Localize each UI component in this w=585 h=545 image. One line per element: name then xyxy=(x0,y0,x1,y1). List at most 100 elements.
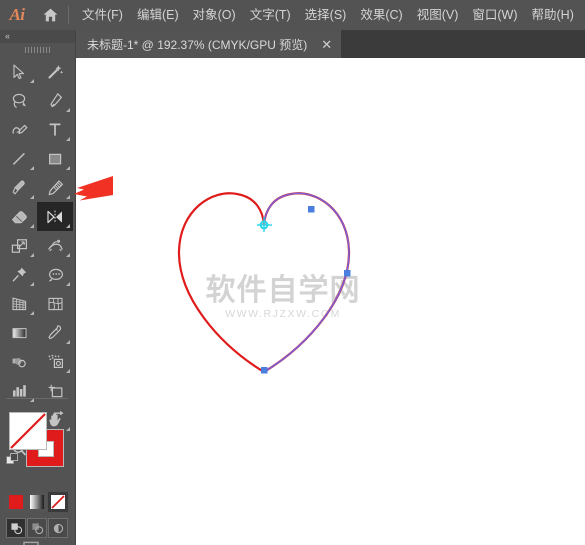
menu-type[interactable]: 文字(T) xyxy=(243,0,298,30)
eraser-icon xyxy=(11,210,27,223)
curvature-icon xyxy=(12,124,27,134)
symbol-sprayer-icon xyxy=(48,354,63,368)
tool-corner-indicator xyxy=(30,282,34,286)
menu-help[interactable]: 帮助(H) xyxy=(525,0,581,30)
tool-corner-indicator xyxy=(30,253,34,257)
ai-logo: Ai xyxy=(9,5,25,24)
shape-builder-tool[interactable] xyxy=(37,260,73,289)
scale-icon xyxy=(11,238,27,253)
tool-corner-indicator xyxy=(30,79,34,83)
pen-tool[interactable] xyxy=(37,86,73,115)
blend-icon xyxy=(12,357,26,367)
mesh-tool[interactable] xyxy=(37,289,73,318)
screen-mode-icon xyxy=(23,541,39,545)
artboard-canvas[interactable]: 软件自学网 WWW.RJZXW.COM xyxy=(75,58,585,545)
tool-corner-indicator xyxy=(30,311,34,315)
menu-window[interactable]: 窗口(W) xyxy=(465,0,524,30)
pen-icon xyxy=(50,92,62,107)
tool-corner-indicator xyxy=(66,253,70,257)
perspective-grid-tool[interactable] xyxy=(1,289,37,318)
anchor-top-right[interactable] xyxy=(308,206,315,213)
none-diagonal-icon xyxy=(51,495,65,509)
menu-edit[interactable]: 编辑(E) xyxy=(130,0,186,30)
tool-corner-indicator xyxy=(30,195,34,199)
push-pin-icon xyxy=(12,267,27,282)
bar-chart-icon xyxy=(12,384,26,397)
tool-corner-indicator xyxy=(30,224,34,228)
fill-type-swatches xyxy=(6,492,69,512)
reflect-rotate-tool[interactable] xyxy=(37,202,73,231)
menu-effect[interactable]: 效果(C) xyxy=(353,0,409,30)
swatch-none[interactable] xyxy=(48,492,68,512)
shape-builder-icon xyxy=(48,268,63,281)
magic-wand-icon xyxy=(48,64,64,79)
default-fill-stroke-icon[interactable] xyxy=(6,453,19,466)
menu-view[interactable]: 视图(V) xyxy=(410,0,466,30)
swatch-color[interactable] xyxy=(6,492,26,512)
home-icon[interactable] xyxy=(34,0,66,30)
menu-file[interactable]: 文件(F) xyxy=(75,0,130,30)
symbol-sprayer-tool[interactable] xyxy=(37,347,73,376)
heart-path-artwork[interactable] xyxy=(75,58,585,545)
type-T-icon xyxy=(49,123,61,136)
menu-bar: Ai 文件(F) 编辑(E) 对象(O) 文字(T) 选择(S) 效果(C) 视… xyxy=(0,0,585,30)
rectangle-icon xyxy=(48,153,62,164)
artboard-icon xyxy=(48,384,62,397)
tool-corner-indicator xyxy=(30,166,34,170)
grip-dots-icon xyxy=(24,47,51,53)
anchor-right[interactable] xyxy=(344,270,351,277)
eyedropper-icon xyxy=(48,324,62,339)
tool-corner-indicator xyxy=(66,369,70,373)
perspective-grid-icon xyxy=(11,296,26,310)
free-transform-tool[interactable] xyxy=(1,260,37,289)
illustrator-window: Ai 文件(F) 编辑(E) 对象(O) 文字(T) 选择(S) 效果(C) 视… xyxy=(0,0,585,545)
warp-icon xyxy=(47,239,63,251)
shaper-pencil-tool[interactable] xyxy=(37,173,73,202)
eyedropper-tool[interactable] xyxy=(37,318,73,347)
selection-tool[interactable] xyxy=(1,57,37,86)
eraser-tool[interactable] xyxy=(1,202,37,231)
fill-color-swatch[interactable] xyxy=(9,412,47,450)
tool-corner-indicator xyxy=(66,224,70,228)
magic-wand-tool[interactable] xyxy=(37,57,73,86)
menubar-divider xyxy=(68,6,69,24)
lasso-icon xyxy=(12,93,26,108)
tools-panel-header: « xyxy=(0,30,75,43)
swatch-gradient[interactable] xyxy=(27,492,47,512)
tool-corner-indicator xyxy=(66,108,70,112)
none-slash-icon xyxy=(10,413,46,449)
tools-panel: « xyxy=(0,30,76,545)
heart-selection-path xyxy=(263,192,350,373)
line-segment-icon xyxy=(12,152,25,165)
anchor-bottom[interactable] xyxy=(261,367,268,374)
width-warp-tool[interactable] xyxy=(37,231,73,260)
lasso-tool[interactable] xyxy=(1,86,37,115)
curvature-tool[interactable] xyxy=(1,115,37,144)
paintbrush-icon xyxy=(12,179,25,195)
menu-select[interactable]: 选择(S) xyxy=(298,0,354,30)
gradient-icon xyxy=(12,327,26,338)
tool-corner-indicator xyxy=(66,195,70,199)
collapse-panel-icon[interactable]: « xyxy=(5,30,10,43)
menu-object[interactable]: 对象(O) xyxy=(186,0,243,30)
line-segment-tool[interactable] xyxy=(1,144,37,173)
close-icon[interactable]: ✕ xyxy=(321,38,332,51)
pencil-icon xyxy=(48,179,63,195)
rectangle-tool[interactable] xyxy=(37,144,73,173)
document-tab-bar: 未标题-1* @ 192.37% (CMYK/GPU 预览) ✕ xyxy=(75,30,585,58)
tools-panel-grip[interactable] xyxy=(0,43,75,57)
swap-fill-stroke-icon[interactable] xyxy=(52,409,66,423)
blend-tool[interactable] xyxy=(1,347,37,376)
type-tool[interactable] xyxy=(37,115,73,144)
scale-tool[interactable] xyxy=(1,231,37,260)
anchor-top-notch-highlight[interactable] xyxy=(257,217,272,232)
tool-corner-indicator xyxy=(66,340,70,344)
document-tab[interactable]: 未标题-1* @ 192.37% (CMYK/GPU 预览) ✕ xyxy=(75,30,342,58)
gradient-tool[interactable] xyxy=(1,318,37,347)
tool-corner-indicator xyxy=(66,282,70,286)
mesh-icon xyxy=(47,297,63,310)
change-screen-mode-button[interactable] xyxy=(0,532,74,545)
paintbrush-tool[interactable] xyxy=(1,173,37,202)
tool-corner-indicator xyxy=(66,137,70,141)
color-controls-divider xyxy=(6,398,68,399)
